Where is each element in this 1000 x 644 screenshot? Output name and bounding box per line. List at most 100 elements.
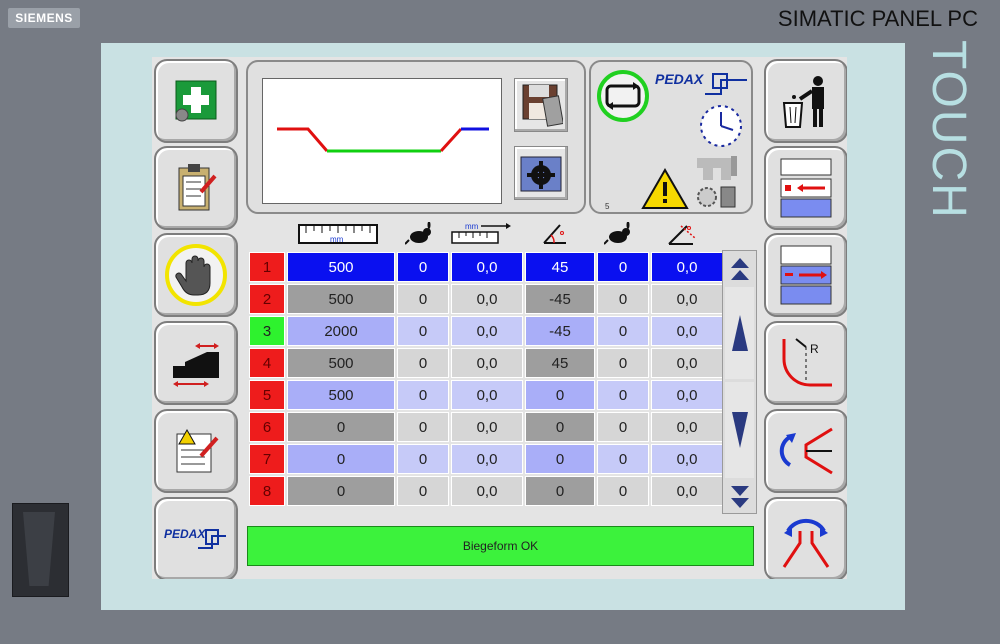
header-mm-offset-label: mm: [465, 222, 479, 231]
stop-button[interactable]: [154, 233, 238, 317]
cell-num[interactable]: 3: [249, 316, 285, 346]
new-program-button[interactable]: [154, 59, 238, 143]
bend-preview-panel: [246, 60, 586, 214]
stop-hand-icon: [165, 244, 227, 306]
cell-corr[interactable]: 0,0: [651, 412, 723, 442]
bend-pattern-drawing: [277, 127, 489, 153]
cell-corr[interactable]: 0,0: [651, 444, 723, 474]
cell-angle[interactable]: -45: [525, 284, 595, 314]
remove-row-button[interactable]: [764, 233, 847, 317]
cell-speed[interactable]: 0: [397, 284, 449, 314]
cell-length[interactable]: 500: [287, 380, 395, 410]
header-mm-label: mm: [330, 235, 344, 244]
scroll-down-button[interactable]: [725, 382, 754, 478]
cell-length[interactable]: 0: [287, 412, 395, 442]
ruler-mm-offset-icon: mm: [451, 222, 511, 244]
cell-num[interactable]: 8: [249, 476, 285, 506]
cell-offset[interactable]: 0,0: [451, 412, 523, 442]
pedax-logo-icon: PEDAX: [164, 527, 226, 549]
bend-up-button[interactable]: [764, 497, 847, 579]
cell-speed[interactable]: 0: [397, 380, 449, 410]
cell-speed[interactable]: 0: [397, 444, 449, 474]
cell-length[interactable]: 500: [287, 252, 395, 282]
double-down-arrow-icon: [730, 486, 749, 508]
cell-speed2[interactable]: 0: [597, 412, 649, 442]
cell-angle[interactable]: 0: [525, 412, 595, 442]
double-up-arrow-icon: [730, 258, 749, 280]
gear-folder-icon: [520, 156, 562, 192]
cell-angle[interactable]: 0: [525, 380, 595, 410]
rabbit-speed-icon: [604, 222, 630, 245]
cell-speed2[interactable]: 0: [597, 380, 649, 410]
cell-speed[interactable]: 0: [397, 476, 449, 506]
clipboard-button[interactable]: [154, 146, 238, 230]
table-row[interactable]: 5 500 0 0,0 0 0 0,0: [249, 380, 723, 410]
table-row[interactable]: 7 0 0 0,0 0 0 0,0: [249, 444, 723, 474]
cell-speed2[interactable]: 0: [597, 316, 649, 346]
bend-down-button[interactable]: [764, 409, 847, 493]
pedax-button[interactable]: PEDAX: [154, 497, 238, 579]
scroll-up-button[interactable]: [725, 287, 754, 379]
cell-corr[interactable]: 0,0: [651, 316, 723, 346]
cell-length[interactable]: 500: [287, 284, 395, 314]
scroll-top-button[interactable]: [725, 255, 754, 285]
cell-corr[interactable]: 0,0: [651, 380, 723, 410]
cell-speed2[interactable]: 0: [597, 348, 649, 378]
cell-angle[interactable]: 0: [525, 476, 595, 506]
siemens-logo: SIEMENS: [8, 8, 80, 28]
cell-offset[interactable]: 0,0: [451, 380, 523, 410]
warning-triangle-icon: [641, 168, 689, 209]
cell-offset[interactable]: 0,0: [451, 284, 523, 314]
cell-angle[interactable]: -45: [525, 316, 595, 346]
cell-offset[interactable]: 0,0: [451, 348, 523, 378]
cell-offset[interactable]: 0,0: [451, 476, 523, 506]
scroll-bottom-button[interactable]: [725, 481, 754, 511]
delete-program-button[interactable]: [764, 59, 847, 143]
cell-speed2[interactable]: 0: [597, 252, 649, 282]
cell-num[interactable]: 1: [249, 252, 285, 282]
up-arrow-icon: [731, 315, 748, 351]
cell-corr[interactable]: 0,0: [651, 348, 723, 378]
cell-speed2[interactable]: 0: [597, 476, 649, 506]
cell-angle[interactable]: 0: [525, 444, 595, 474]
trash-person-icon: [782, 76, 824, 128]
cell-num[interactable]: 6: [249, 412, 285, 442]
cell-angle[interactable]: 45: [525, 252, 595, 282]
machine-shift-button[interactable]: [154, 321, 238, 405]
cell-speed[interactable]: 0: [397, 316, 449, 346]
first-aid-tools-icon: [175, 80, 217, 122]
cell-length[interactable]: 500: [287, 348, 395, 378]
table-row[interactable]: 6 0 0 0,0 0 0 0,0: [249, 412, 723, 442]
cell-num[interactable]: 4: [249, 348, 285, 378]
table-scrollbar[interactable]: [722, 250, 757, 514]
pedax-logo-text: PEDAX: [164, 527, 206, 541]
warning-checklist-button[interactable]: [154, 409, 238, 493]
cell-length[interactable]: 0: [287, 444, 395, 474]
table-row[interactable]: 1 500 0 0,0 45 0 0,0: [249, 252, 723, 282]
cell-speed2[interactable]: 0: [597, 444, 649, 474]
cell-offset[interactable]: 0,0: [451, 316, 523, 346]
cell-speed[interactable]: 0: [397, 412, 449, 442]
insert-row-button[interactable]: [764, 146, 847, 230]
cell-offset[interactable]: 0,0: [451, 252, 523, 282]
cell-length[interactable]: 0: [287, 476, 395, 506]
cell-length[interactable]: 2000: [287, 316, 395, 346]
save-disk-button[interactable]: [514, 78, 568, 132]
table-row[interactable]: 3 2000 0 0,0 -45 0 0,0: [249, 316, 723, 346]
radius-bend-button[interactable]: R: [764, 321, 847, 405]
cell-corr[interactable]: 0,0: [651, 252, 723, 282]
cell-offset[interactable]: 0,0: [451, 444, 523, 474]
cell-speed2[interactable]: 0: [597, 284, 649, 314]
settings-folder-button[interactable]: [514, 146, 568, 200]
table-row[interactable]: 4 500 0 0,0 45 0 0,0: [249, 348, 723, 378]
cell-num[interactable]: 7: [249, 444, 285, 474]
cell-speed[interactable]: 0: [397, 252, 449, 282]
cell-angle[interactable]: 45: [525, 348, 595, 378]
table-row[interactable]: 2 500 0 0,0 -45 0 0,0: [249, 284, 723, 314]
cell-speed[interactable]: 0: [397, 348, 449, 378]
cell-num[interactable]: 5: [249, 380, 285, 410]
table-row[interactable]: 8 0 0 0,0 0 0 0,0: [249, 476, 723, 506]
cell-corr[interactable]: 0,0: [651, 476, 723, 506]
cell-num[interactable]: 2: [249, 284, 285, 314]
cell-corr[interactable]: 0,0: [651, 284, 723, 314]
